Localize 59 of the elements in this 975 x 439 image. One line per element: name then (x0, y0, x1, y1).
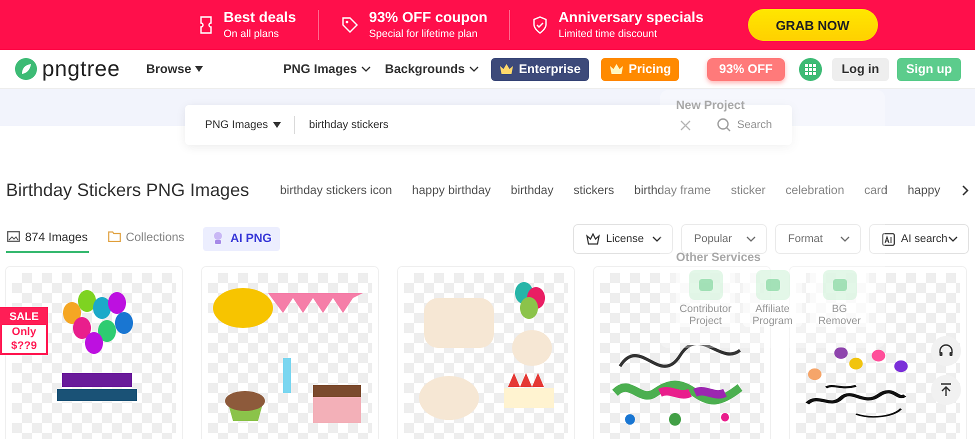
service-icon (830, 276, 848, 294)
ticket-icon (199, 16, 214, 34)
related-tag-link[interactable]: happy birthday (412, 183, 491, 197)
promo-subtitle: On all plans (223, 28, 280, 40)
result-tab[interactable]: 874 Images (6, 226, 89, 252)
related-tag-link[interactable]: card (864, 183, 888, 197)
chevron-down-icon (948, 236, 958, 242)
grid-icon (804, 64, 816, 74)
nav-menu-item[interactable]: Browse (146, 62, 204, 76)
nav-menu-item[interactable]: Backgrounds (384, 62, 479, 76)
filter-dropdown[interactable]: AI search (869, 224, 969, 254)
promo-subtitle: Limited time discount (558, 28, 658, 40)
result-tab[interactable]: Collections (106, 226, 186, 252)
folder-icon (108, 231, 121, 242)
result-tab[interactable]: AI PNG (203, 227, 280, 251)
dropdown-triangle-icon (273, 122, 281, 128)
related-tag-link[interactable]: birthday (510, 183, 554, 197)
related-tag-link[interactable]: birthday frame (634, 183, 711, 197)
chevron-down-icon (360, 66, 371, 72)
crown-icon (498, 63, 514, 75)
crown-icon (608, 63, 624, 75)
enterprise-button[interactable]: Enterprise (490, 58, 589, 80)
crown-icon (586, 233, 600, 245)
chevron-down-icon (840, 236, 850, 242)
promo-title: Best deals (223, 10, 296, 26)
filter-dropdown[interactable]: Popular (681, 224, 767, 254)
related-tag-link[interactable]: happy (908, 183, 940, 197)
image-card[interactable] (201, 266, 379, 439)
filter-dropdown[interactable]: Format (775, 224, 861, 254)
image-icon (7, 231, 20, 242)
sale-badge: SALE Only $??9 (0, 307, 48, 355)
menu-section-title: New Project (676, 98, 745, 112)
chevron-right-icon[interactable] (962, 184, 969, 196)
tag-icon (341, 16, 360, 34)
service-icon (764, 276, 782, 294)
login-button[interactable]: Log in (832, 58, 890, 80)
nav-menu-item[interactable]: PNG Images (283, 62, 371, 76)
headset-icon (938, 343, 954, 359)
related-tag-link[interactable]: birthday stickers icon (280, 183, 392, 197)
ai-square-icon (882, 232, 895, 246)
promo-title: 93% OFF coupon (369, 10, 488, 26)
dropdown-triangle-icon (195, 66, 204, 72)
search-icon (717, 118, 732, 132)
arrow-up-icon (940, 383, 952, 397)
chevron-down-icon (746, 236, 756, 242)
promo-subtitle: Special for lifetime plan (369, 28, 479, 40)
shield-check-icon (532, 16, 548, 34)
promo-title: Anniversary specials (558, 10, 704, 26)
logo-wordmark[interactable]: pngtree (42, 56, 120, 82)
chevron-down-icon (652, 236, 662, 242)
related-tag-link[interactable]: sticker (730, 183, 766, 197)
grab-now-button[interactable]: GRAB NOW (748, 9, 878, 41)
related-tag-link[interactable]: stickers (573, 183, 614, 197)
leaf-logo-icon (14, 57, 38, 81)
filter-dropdown[interactable]: License (573, 224, 673, 254)
related-tag-link[interactable]: celebration (786, 183, 844, 197)
chevron-down-icon (468, 66, 479, 72)
page-title: Birthday Stickers PNG Images (6, 180, 250, 200)
service-icon (696, 276, 714, 294)
